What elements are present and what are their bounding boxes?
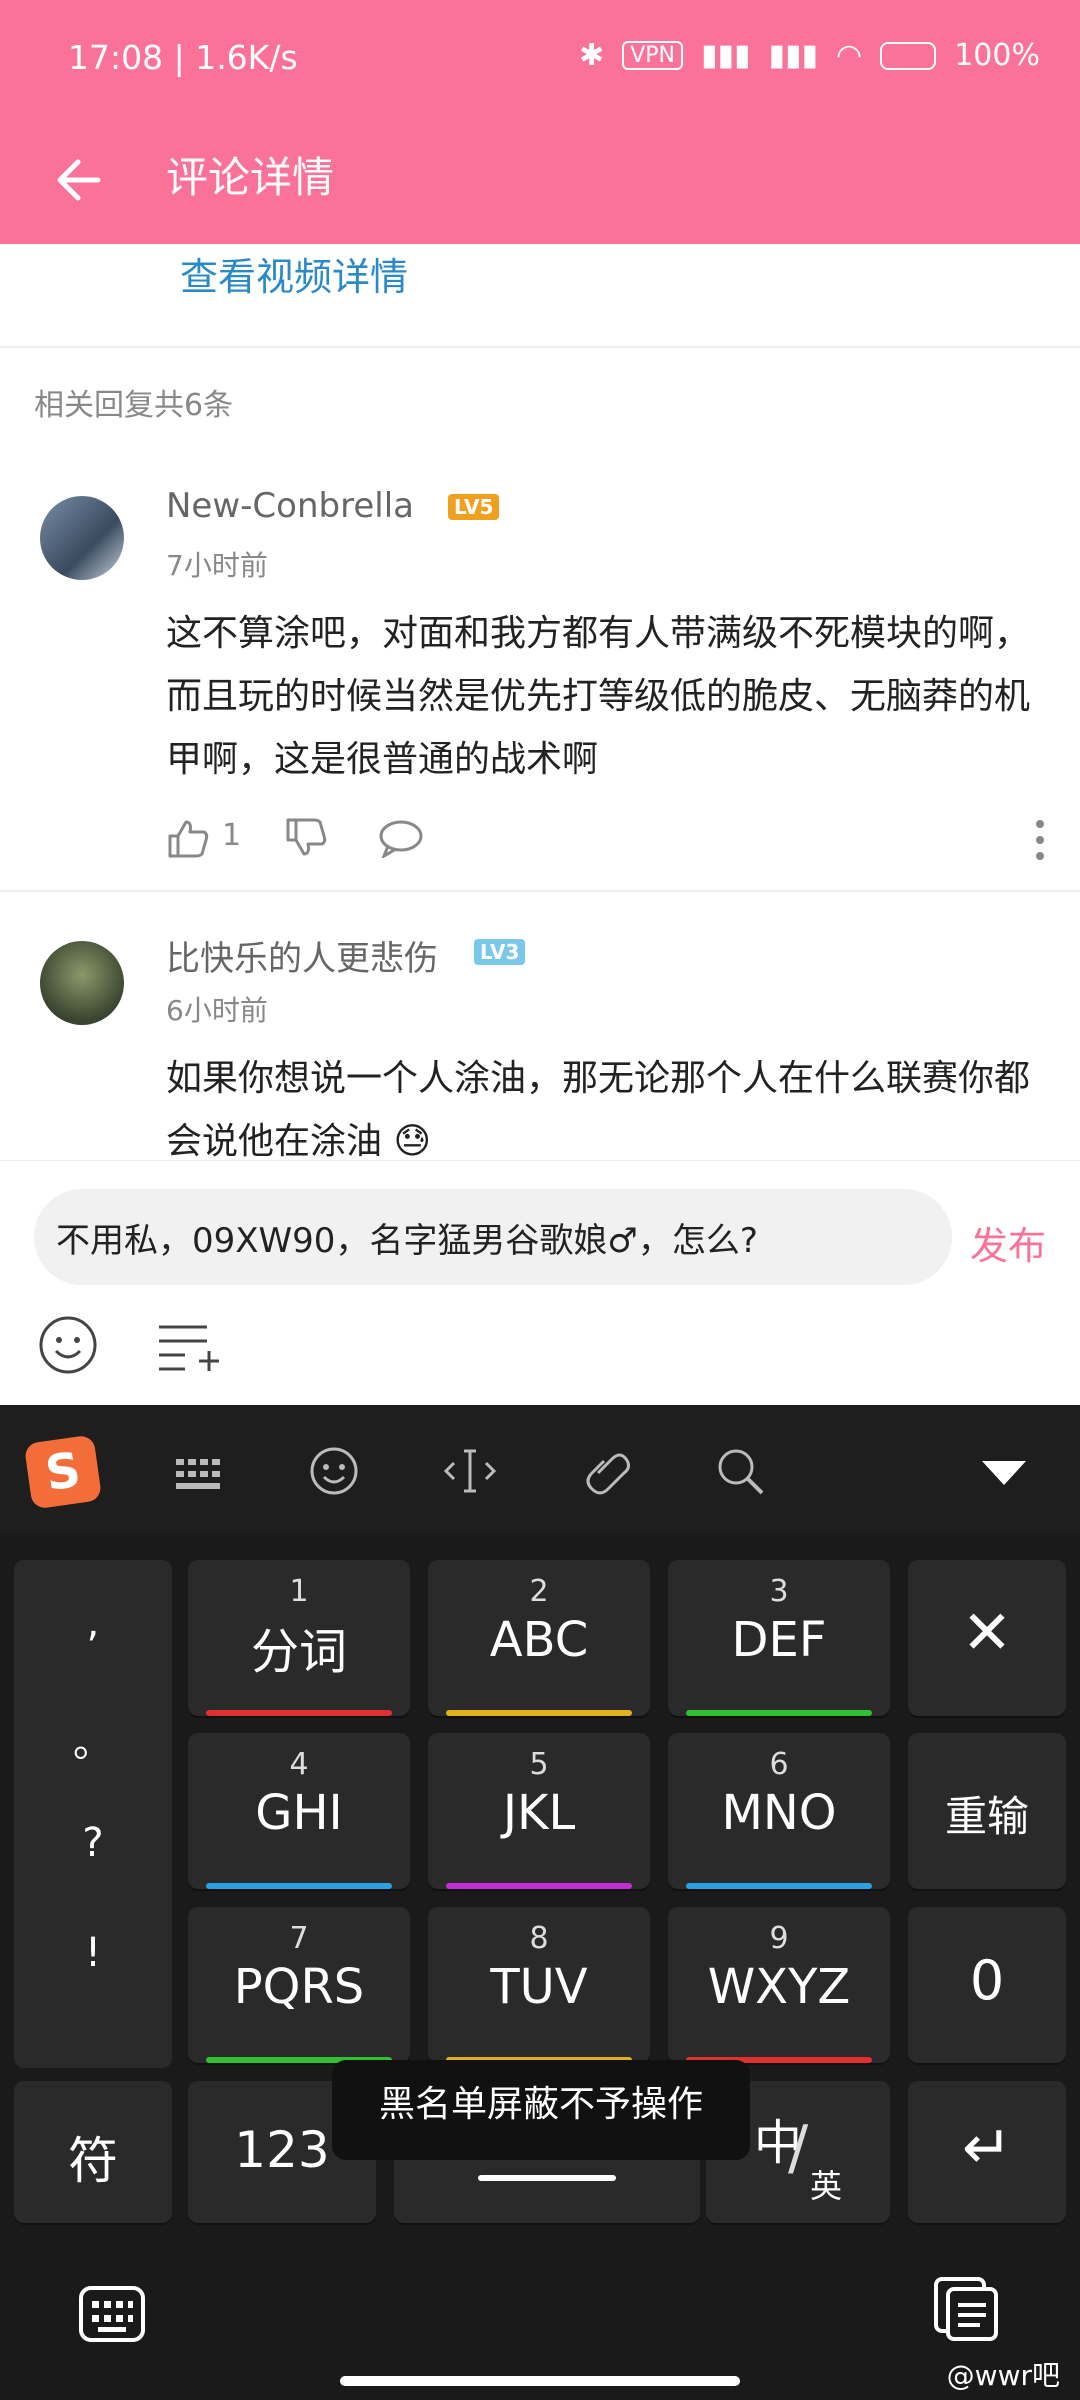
sogou-logo-icon[interactable]: S — [23, 1434, 103, 1510]
signal-icon: ▮▮▮ — [700, 38, 751, 73]
key-8[interactable]: 8 TUV — [428, 1907, 650, 2063]
key-2[interactable]: 2 ABC — [428, 1560, 650, 1716]
key-0[interactable]: 0 — [908, 1907, 1066, 2063]
comment-item: New-Conbrella LV5 7小时前 这不算涂吧，对面和我方都有人带满级… — [0, 480, 1080, 890]
comment-actions: 1 — [166, 810, 1046, 870]
view-video-link[interactable]: 查看视频详情 — [180, 246, 408, 301]
comment-input-value: 不用私，09XW90，名字猛男谷歌娘♂，怎么? — [56, 1221, 758, 1261]
like-count: 1 — [222, 818, 242, 853]
collapse-keyboard-icon[interactable] — [976, 1443, 1032, 1499]
status-time: 17:08 | 1.6K/s — [68, 38, 298, 77]
emoji-icon[interactable] — [306, 1443, 362, 1499]
lang-slash: / — [788, 2113, 809, 2183]
more-options-icon[interactable] — [1034, 818, 1046, 862]
delete-key[interactable]: ✕ — [908, 1560, 1066, 1716]
symbol-key[interactable]: 符 — [14, 2081, 172, 2223]
lang-en: 英 — [810, 2167, 843, 2205]
clip-icon[interactable] — [578, 1443, 634, 1499]
reply-icon[interactable] — [378, 818, 424, 858]
ime-keyboard: S , 。 ? ! 1 分词 2 ABC 3 DEF ✕ 4 GHI 5 JKL… — [0, 1405, 1080, 2400]
status-icons: ✱ VPN ▮▮▮ ▮▮▮ ◠ 100% — [579, 38, 1040, 73]
clipboard-icon[interactable] — [932, 2275, 1000, 2343]
key-1[interactable]: 1 分词 — [188, 1560, 410, 1716]
comment-time: 6小时前 — [166, 994, 268, 1027]
divider — [0, 346, 1080, 348]
signal-icon-2: ▮▮▮ — [768, 38, 819, 73]
username[interactable]: New-Conbrella — [166, 486, 414, 526]
gesture-nav-bar[interactable] — [340, 2376, 740, 2386]
keyboard-icon[interactable] — [172, 1443, 228, 1499]
switch-keyboard-icon[interactable] — [78, 2285, 146, 2343]
comment-input[interactable]: 不用私，09XW90，名字猛男谷歌娘♂，怎么? — [34, 1189, 952, 1285]
punct-exclaim[interactable]: ! — [14, 1930, 172, 1976]
bluetooth-icon: ✱ — [579, 38, 605, 73]
add-list-icon[interactable] — [155, 1321, 219, 1373]
key-5[interactable]: 5 JKL — [428, 1733, 650, 1889]
level-badge: LV3 — [474, 939, 526, 965]
toast-message: 黑名单屏蔽不予操作 — [332, 2060, 750, 2160]
key-7[interactable]: 7 PQRS — [188, 1907, 410, 2063]
enter-key[interactable]: ↵ — [908, 2081, 1066, 2223]
space-bar-line — [478, 2175, 616, 2181]
battery-icon — [880, 41, 937, 70]
keyboard-toolbar: S — [0, 1405, 1080, 1535]
comment-text: 如果你想说一个人涂油，那无论那个人在什么联赛你都会说他在涂油 😓 — [166, 1058, 1031, 1160]
avatar[interactable] — [40, 496, 124, 580]
key-4[interactable]: 4 GHI — [188, 1733, 410, 1889]
page-title: 评论详情 — [166, 153, 335, 202]
watermark: @wwr吧 — [946, 2359, 1060, 2392]
comment-text: 这不算涂吧，对面和我方都有人带满级不死模块的啊，而且玩的时候当然是优先打等级低的… — [166, 613, 1031, 780]
like-icon[interactable] — [166, 816, 210, 860]
punct-comma[interactable]: , — [14, 1600, 172, 1646]
key-9[interactable]: 9 WXYZ — [668, 1907, 890, 2063]
comment-item: 比快乐的人更悲伤 LV3 6小时前 如果你想说一个人涂油，那无论那个人在什么联赛… — [0, 925, 1080, 1160]
comment-time: 7小时前 — [166, 549, 268, 582]
key-3[interactable]: 3 DEF — [668, 1560, 890, 1716]
retype-key[interactable]: 重输 — [908, 1733, 1066, 1889]
username[interactable]: 比快乐的人更悲伤 — [166, 931, 438, 980]
punct-question[interactable]: ? — [14, 1820, 172, 1866]
header: 评论详情 — [0, 120, 1080, 244]
dislike-icon[interactable] — [284, 816, 328, 860]
punct-period[interactable]: 。 — [14, 1710, 172, 1768]
vpn-badge: VPN — [622, 41, 683, 70]
back-arrow-icon[interactable] — [48, 148, 112, 212]
publish-button[interactable]: 发布 — [970, 1215, 1046, 1270]
search-icon[interactable] — [712, 1443, 768, 1499]
avatar[interactable] — [40, 941, 124, 1025]
comment-input-area: 不用私，09XW90，名字猛男谷歌娘♂，怎么? 发布 — [0, 1160, 1080, 1406]
replies-count: 相关回复共6条 — [34, 388, 234, 423]
level-badge: LV5 — [448, 494, 500, 520]
wifi-icon: ◠ — [836, 38, 863, 73]
battery-level: 100% — [954, 38, 1040, 73]
key-6[interactable]: 6 MNO — [668, 1733, 890, 1889]
divider — [0, 890, 1080, 892]
cursor-icon[interactable] — [442, 1443, 498, 1499]
punctuation-key[interactable]: , 。 ? ! — [14, 1560, 172, 2068]
emoji-icon[interactable] — [38, 1315, 98, 1375]
status-bar: 17:08 | 1.6K/s ✱ VPN ▮▮▮ ▮▮▮ ◠ 100% — [0, 0, 1080, 120]
